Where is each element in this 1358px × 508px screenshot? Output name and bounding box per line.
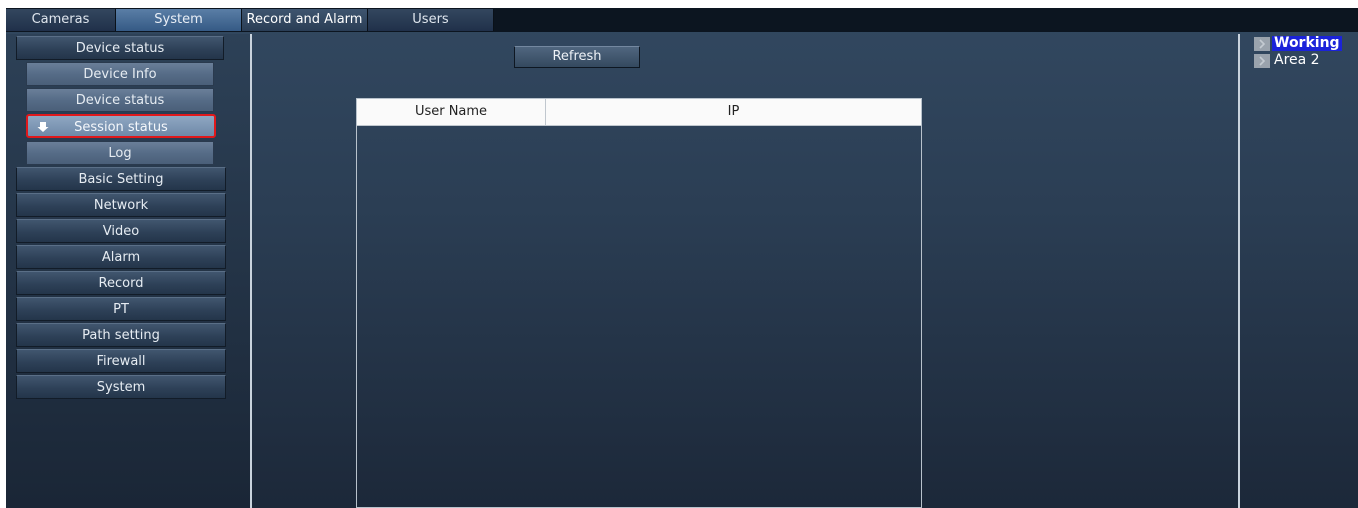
refresh-button[interactable]: Refresh	[514, 46, 640, 68]
table-header: User Name IP	[357, 99, 921, 126]
app-window: Cameras System Record and Alarm Users De…	[6, 8, 1358, 508]
tab-cameras[interactable]: Cameras	[6, 9, 116, 31]
submenu-device-info[interactable]: Device Info	[26, 62, 214, 86]
menu-firewall[interactable]: Firewall	[16, 349, 226, 373]
submenu-log[interactable]: Log	[26, 141, 214, 165]
column-header-ip[interactable]: IP	[546, 99, 921, 125]
working-area-panel: Working Area 2	[1240, 34, 1358, 508]
menu-network[interactable]: Network	[16, 193, 226, 217]
table-body	[357, 126, 921, 507]
area-arrow-icon	[1254, 54, 1270, 68]
main-panel: Refresh User Name IP	[252, 34, 1238, 508]
tab-users[interactable]: Users	[368, 9, 494, 31]
left-navigation-menu: Device status Device Info Device status …	[6, 34, 252, 508]
menu-basic-setting[interactable]: Basic Setting	[16, 167, 226, 191]
menu-record[interactable]: Record	[16, 271, 226, 295]
area-arrow-icon	[1254, 37, 1270, 51]
tab-record-and-alarm[interactable]: Record and Alarm	[242, 9, 368, 31]
area-label[interactable]: Area 2	[1274, 52, 1320, 68]
menu-video[interactable]: Video	[16, 219, 226, 243]
column-header-user-name[interactable]: User Name	[357, 99, 546, 125]
working-label[interactable]: Working	[1272, 36, 1342, 51]
submenu-session-status-label: Session status	[74, 120, 168, 135]
submenu-device-status[interactable]: Device status	[26, 88, 214, 112]
menu-device-status[interactable]: Device status	[16, 36, 224, 60]
down-arrow-icon	[37, 122, 49, 132]
session-table: User Name IP	[356, 98, 922, 508]
menu-system[interactable]: System	[16, 375, 226, 399]
menu-pt[interactable]: PT	[16, 297, 226, 321]
tab-system[interactable]: System	[116, 9, 242, 31]
submenu-session-status[interactable]: Session status	[26, 114, 216, 138]
menu-alarm[interactable]: Alarm	[16, 245, 226, 269]
menu-path-setting[interactable]: Path setting	[16, 323, 226, 347]
top-tab-bar: Cameras System Record and Alarm Users	[6, 8, 1358, 32]
